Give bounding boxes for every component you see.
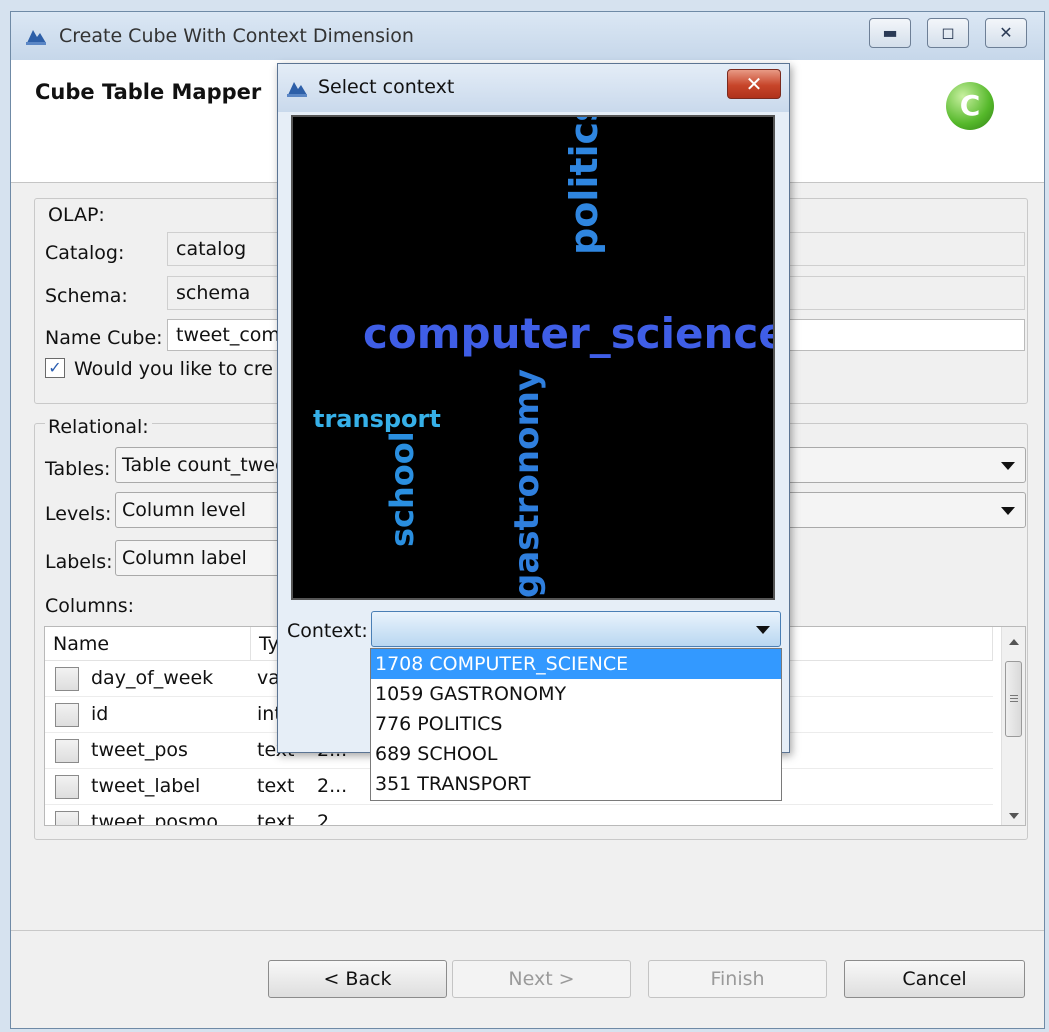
columns-label: Columns: — [45, 595, 135, 617]
column-header-name[interactable]: Name — [45, 627, 251, 661]
maximize-button[interactable]: ◻ — [927, 18, 969, 48]
row-checkbox[interactable] — [55, 811, 79, 825]
row-checkbox[interactable] — [55, 667, 79, 691]
cloud-word-transport[interactable]: transport — [313, 407, 441, 431]
labels-select[interactable]: Column label — [115, 540, 285, 576]
footer-divider — [11, 930, 1044, 931]
create-checkbox-label: Would you like to cre — [74, 358, 273, 380]
row-checkbox[interactable] — [55, 703, 79, 727]
minimize-icon: ▬ — [882, 23, 898, 42]
check-icon: ✓ — [48, 358, 62, 377]
relational-group-label: Relational: — [45, 416, 152, 438]
create-checkbox[interactable]: ✓ — [45, 358, 65, 378]
chevron-down-icon — [1001, 507, 1015, 515]
cloud-word-gastronomy[interactable]: gastronomy — [507, 369, 547, 598]
grip-icon — [1010, 695, 1018, 696]
column-type: text — [257, 775, 295, 797]
context-option[interactable]: 776 POLITICS — [371, 709, 781, 739]
app-icon — [286, 79, 308, 97]
name-cube-label: Name Cube: — [45, 327, 163, 349]
app-icon — [25, 27, 47, 45]
title-bar[interactable]: Create Cube With Context Dimension ▬ ◻ ✕ — [11, 12, 1044, 61]
chevron-down-icon — [756, 626, 770, 634]
close-icon: ✕ — [745, 72, 763, 96]
dialog-close-button[interactable]: ✕ — [727, 69, 781, 99]
window-title: Create Cube With Context Dimension — [59, 25, 414, 47]
context-option[interactable]: 1708 COMPUTER_SCIENCE — [371, 649, 781, 679]
row-checkbox[interactable] — [55, 739, 79, 763]
cloud-word-computer-science[interactable]: computer_science — [363, 313, 773, 355]
back-button[interactable]: < Back — [268, 960, 447, 998]
dialog-title: Select context — [318, 76, 455, 98]
column-name: day_of_week — [91, 667, 214, 689]
row-checkbox[interactable] — [55, 775, 79, 799]
column-extra: 2 — [317, 811, 330, 826]
tables-label: Tables: — [45, 458, 111, 480]
labels-select-value: Column label — [122, 547, 247, 569]
column-name: tweet_posmo — [91, 811, 219, 826]
cloud-word-school[interactable]: school — [383, 431, 421, 547]
finish-button[interactable]: Finish — [648, 960, 827, 998]
context-dropdown-list[interactable]: 1708 COMPUTER_SCIENCE 1059 GASTRONOMY 77… — [370, 648, 782, 801]
page-title: Cube Table Mapper — [35, 80, 262, 104]
minimize-button[interactable]: ▬ — [869, 18, 911, 48]
catalog-label: Catalog: — [45, 242, 125, 264]
schema-label: Schema: — [45, 285, 128, 307]
word-cloud: politics computer_science transport scho… — [291, 115, 775, 600]
close-icon: ✕ — [999, 23, 1013, 42]
cancel-button[interactable]: Cancel — [844, 960, 1025, 998]
next-button[interactable]: Next > — [452, 960, 631, 998]
levels-label: Levels: — [45, 503, 112, 525]
context-option[interactable]: 351 TRANSPORT — [371, 769, 781, 799]
column-name: tweet_pos — [91, 739, 188, 761]
column-type: text — [257, 811, 295, 826]
context-option[interactable]: 1059 GASTRONOMY — [371, 679, 781, 709]
context-select[interactable] — [371, 611, 781, 647]
chevron-down-icon — [1001, 462, 1015, 470]
table-scrollbar[interactable] — [1001, 627, 1025, 825]
column-name: tweet_label — [91, 775, 201, 797]
close-button[interactable]: ✕ — [985, 18, 1027, 48]
cloud-word-politics[interactable]: politics — [562, 117, 606, 255]
column-name: id — [91, 703, 109, 725]
olap-group-label: OLAP: — [45, 204, 108, 226]
logo-letter: C — [959, 89, 981, 122]
levels-select-value: Column level — [122, 499, 246, 521]
tables-select-value: Table count_twee — [122, 454, 287, 476]
logo-icon: C — [946, 82, 994, 130]
dialog-title-bar[interactable]: Select context ✕ — [278, 64, 789, 112]
context-option[interactable]: 689 SCHOOL — [371, 739, 781, 769]
labels-label: Labels: — [45, 551, 113, 573]
maximize-icon: ◻ — [941, 23, 955, 42]
context-label: Context: — [287, 620, 368, 642]
column-extra: 2... — [317, 775, 348, 797]
scroll-up-icon[interactable] — [1009, 639, 1019, 645]
scroll-down-icon[interactable] — [1009, 813, 1019, 819]
table-row[interactable]: tweet_posmo text 2 — [45, 805, 993, 826]
scroll-thumb[interactable] — [1005, 661, 1022, 737]
